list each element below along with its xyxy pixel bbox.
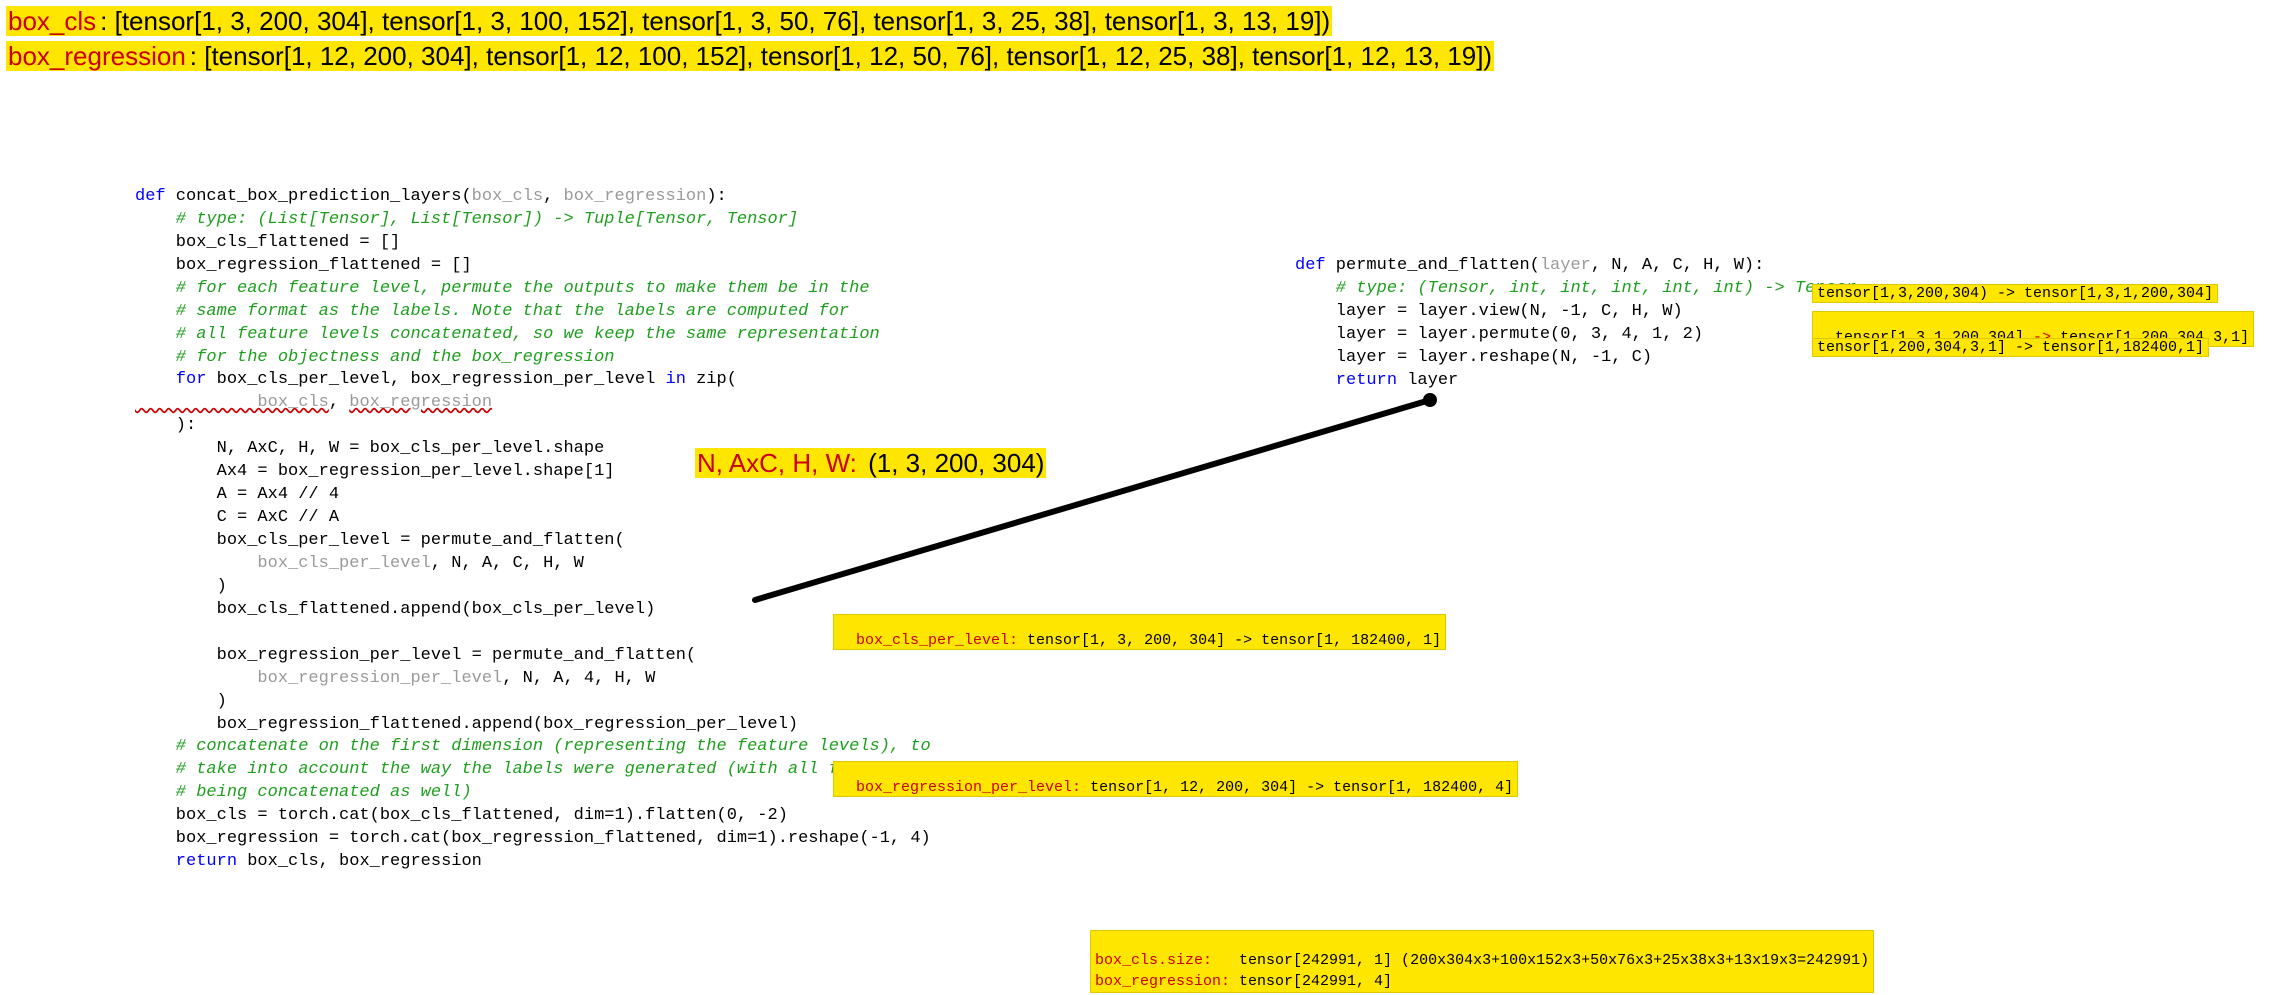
code-line: box_regression_per_level, N, A, 4, H, W — [135, 669, 655, 688]
code-line: def permute_and_flatten(layer, N, A, C, … — [1295, 256, 1764, 275]
code-line: box_cls, box_regression — [135, 393, 492, 412]
code-line: box_cls = torch.cat(box_cls_flattened, d… — [135, 806, 788, 825]
code-line: layer = layer.reshape(N, -1, C) — [1295, 348, 1652, 367]
code-line: Ax4 = box_regression_per_level.shape[1] — [135, 462, 614, 481]
code-line: ): — [135, 416, 196, 435]
hdr-box-reg-value: : [tensor[1, 12, 200, 304], tensor[1, 12… — [188, 41, 1494, 71]
code-comment: # same format as the labels. Note that t… — [135, 302, 849, 321]
hdr-box-reg-label: box_regression — [6, 41, 188, 71]
code-line: box_regression_flattened = [] — [135, 256, 472, 275]
code-line: box_cls_flattened.append(box_cls_per_lev… — [135, 600, 655, 619]
code-comment: # for each feature level, permute the ou… — [135, 279, 870, 298]
code-line: box_cls_per_level = permute_and_flatten( — [135, 531, 625, 550]
header-box-cls: box_cls: [tensor[1, 3, 200, 304], tensor… — [6, 6, 1494, 37]
annot-shape: N, AxC, H, W: (1, 3, 200, 304) — [695, 448, 1046, 479]
annot-shape-label: N, AxC, H, W: — [695, 448, 859, 478]
code-line: box_regression_per_level = permute_and_f… — [135, 646, 696, 665]
annot-cls-level: box_cls_per_level: tensor[1, 3, 200, 304… — [833, 614, 1446, 650]
code-line: ) — [135, 692, 227, 711]
code-line: box_cls_flattened = [] — [135, 233, 400, 252]
code-line: box_cls_per_level, N, A, C, H, W — [135, 554, 584, 573]
annot-pf-reshape: tensor[1,200,304,3,1] -> tensor[1,182400… — [1812, 338, 2209, 357]
code-line: return box_cls, box_regression — [135, 852, 482, 871]
annot-shape-value: (1, 3, 200, 304) — [859, 448, 1047, 478]
code-line: N, AxC, H, W = box_cls_per_level.shape — [135, 439, 604, 458]
code-comment: # take into account the way the labels w… — [135, 760, 951, 779]
code-line: def concat_box_prediction_layers(box_cls… — [135, 187, 727, 206]
annot-pf-view: tensor[1,3,200,304) -> tensor[1,3,1,200,… — [1812, 284, 2218, 303]
code-comment: # concatenate on the first dimension (re… — [135, 737, 931, 756]
hdr-box-cls-label: box_cls — [6, 6, 98, 36]
annot-sizes: box_cls.size: tensor[242991, 1] (200x304… — [1090, 930, 1874, 993]
code-line: box_regression = torch.cat(box_regressio… — [135, 829, 931, 848]
code-line: return layer — [1295, 371, 1458, 390]
right-code-block: def permute_and_flatten(layer, N, A, C, … — [1295, 232, 1856, 393]
code-line: layer = layer.view(N, -1, C, H, W) — [1295, 302, 1683, 321]
code-comment: # type: (List[Tensor], List[Tensor]) -> … — [135, 210, 798, 229]
code-comment: # all feature levels concatenated, so we… — [135, 325, 880, 344]
hdr-box-cls-value: : [tensor[1, 3, 200, 304], tensor[1, 3, … — [98, 6, 1332, 36]
code-line: ) — [135, 577, 227, 596]
annot-reg-level: box_regression_per_level: tensor[1, 12, … — [833, 761, 1518, 797]
code-comment: # being concatenated as well) — [135, 783, 472, 802]
code-line: C = AxC // A — [135, 508, 339, 527]
code-line: box_regression_flattened.append(box_regr… — [135, 715, 798, 734]
code-line: layer = layer.permute(0, 3, 4, 1, 2) — [1295, 325, 1703, 344]
code-line: A = Ax4 // 4 — [135, 485, 339, 504]
code-comment: # type: (Tensor, int, int, int, int, int… — [1295, 279, 1856, 298]
left-code-block: def concat_box_prediction_layers(box_cls… — [135, 163, 951, 874]
header-box-reg: box_regression: [tensor[1, 12, 200, 304]… — [6, 41, 1494, 72]
code-comment: # for the objectness and the box_regress… — [135, 348, 614, 367]
code-line: for box_cls_per_level, box_regression_pe… — [135, 370, 737, 389]
